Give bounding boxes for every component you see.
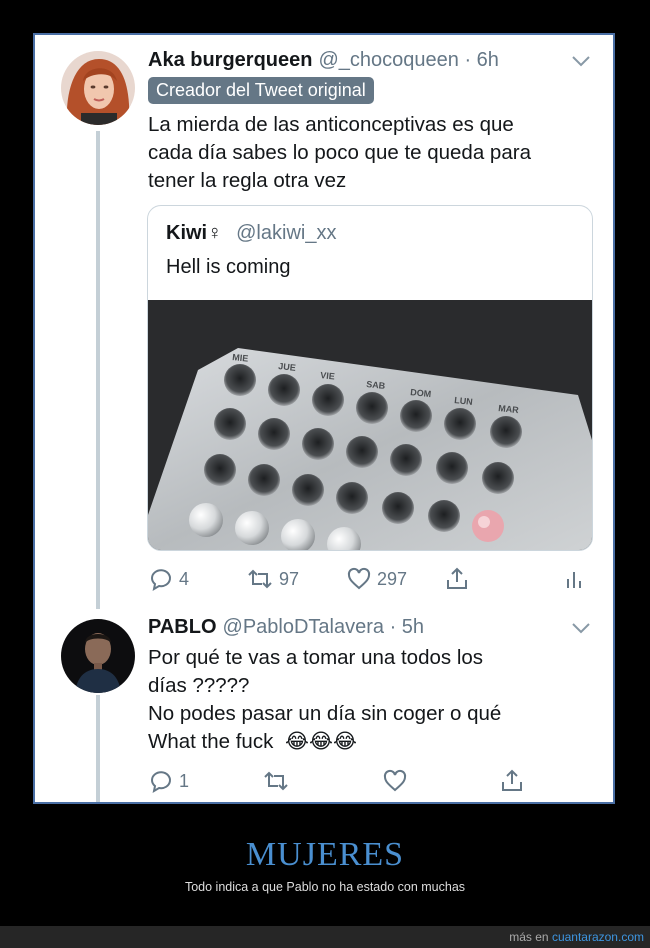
author-name[interactable]: PABLO: [148, 616, 217, 638]
tweet-line: días ?????: [148, 674, 250, 697]
share-button[interactable]: [444, 566, 470, 592]
post-title: MUJERES: [245, 836, 405, 873]
retweet-icon: [248, 569, 272, 589]
quoted-tweet[interactable]: Kiwi♀ @lakiwi_xx Hell is coming MIE JUE …: [147, 205, 593, 551]
site-link[interactable]: cuantarazon.com: [552, 930, 644, 944]
tweet1-header: Aka burgerqueen @_chocoqueen · 6h: [148, 49, 499, 72]
like-count: 297: [377, 568, 408, 589]
share-icon: [502, 769, 522, 791]
tweet2-header: PABLO @PabloDTalavera · 5h: [148, 616, 424, 639]
pill-pack-photo[interactable]: MIE JUE VIE SAB DOM LUN MAR: [148, 300, 592, 550]
quoted-header: Kiwi♀ @lakiwi_xx: [166, 222, 336, 245]
day-label: SAB: [366, 379, 386, 391]
site-credit-bar: más en cuantarazon.com: [0, 926, 650, 948]
tweet-line: Por qué te vas a tomar una todos los: [148, 646, 484, 669]
like-icon: [383, 769, 407, 792]
reply-count: 4: [179, 568, 190, 589]
chevron-down-icon[interactable]: [571, 622, 591, 634]
tweet1-actions: 4 97 297: [148, 566, 588, 596]
day-label: MIE: [232, 352, 249, 364]
like-icon: [347, 567, 371, 590]
author-name[interactable]: Aka burgerqueen: [148, 49, 312, 71]
quoted-author-name: Kiwi♀: [166, 222, 223, 244]
tweet-line-with-emoji: What the fuck 😂😂😂: [148, 728, 588, 756]
tweet-line: What the fuck: [148, 730, 274, 753]
retweet-button[interactable]: [262, 768, 290, 794]
quoted-author-handle: @lakiwi_xx: [236, 222, 337, 244]
tweet1-text: La mierda de las anticonceptivas es que …: [148, 111, 588, 195]
reply-button[interactable]: 4: [148, 566, 189, 592]
day-label: VIE: [320, 370, 335, 381]
tweet-line: tener la regla otra vez: [148, 169, 347, 192]
author-handle-time[interactable]: @PabloDTalavera · 5h: [223, 616, 425, 638]
like-button[interactable]: 297: [346, 566, 407, 592]
tweet-line: No podes pasar un día sin coger o qué: [148, 702, 502, 725]
retweet-count: 97: [279, 568, 300, 589]
post-subtitle: Todo indica a que Pablo no ha estado con…: [184, 880, 466, 894]
share-icon: [447, 567, 467, 589]
thread-line: [96, 131, 100, 609]
quoted-text: Hell is coming: [166, 256, 291, 278]
retweet-icon: [264, 771, 288, 791]
day-label: JUE: [278, 361, 296, 373]
reply-icon: [150, 771, 171, 794]
tweet-line: La mierda de las anticonceptivas es que: [148, 113, 514, 136]
reply-button[interactable]: 1: [148, 768, 189, 794]
retweet-button[interactable]: 97: [246, 566, 299, 592]
avatar-aka-burgerqueen[interactable]: [61, 51, 135, 125]
original-creator-badge: Creador del Tweet original: [148, 77, 374, 104]
tweet2-text: Por qué te vas a tomar una todos los día…: [148, 644, 588, 756]
laughing-emoji: 😂😂😂: [285, 730, 357, 753]
site-credit: más en cuantarazon.com: [509, 930, 644, 944]
day-label: LUN: [454, 395, 473, 407]
avatar-pablo[interactable]: [61, 619, 135, 693]
chevron-down-icon[interactable]: [571, 55, 591, 67]
reply-count: 1: [179, 770, 190, 791]
tweet-line: cada día sabes lo poco que te queda para: [148, 141, 531, 164]
reply-icon: [150, 569, 171, 592]
credit-prefix: más en: [509, 930, 549, 944]
author-handle-time[interactable]: @_chocoqueen · 6h: [318, 49, 498, 71]
analytics-button[interactable]: [564, 566, 586, 592]
tweet-screenshot: Aka burgerqueen @_chocoqueen · 6h Creador…: [33, 33, 615, 804]
thread-line: [96, 695, 100, 802]
tweet2-actions: 1: [148, 768, 588, 798]
like-button[interactable]: [382, 768, 408, 794]
analytics-icon: [567, 572, 581, 588]
share-button[interactable]: [499, 768, 525, 794]
